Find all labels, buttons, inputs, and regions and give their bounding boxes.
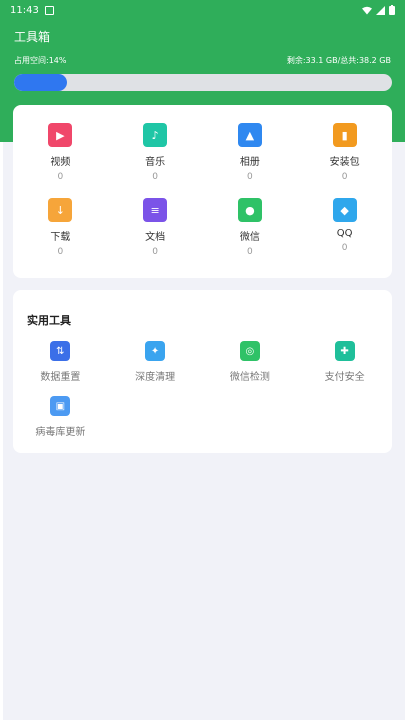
deep-clean-icon: ✦ [145, 341, 166, 361]
tools-title: 实用工具 [27, 314, 71, 327]
wifi-icon [362, 6, 372, 14]
used-space-label: 占用空间:14% [14, 56, 67, 65]
file-categories-card: ▶ 视频 0 ♪ 音乐 0 ▲ 相册 0 ▮ 安装包 0 ↓ 下载 0 ≡ 文档 0 ● 微… [13, 105, 392, 278]
music-icon: ♪ [143, 123, 168, 147]
file-category-label: 相册 [239, 157, 260, 168]
signal-icon [376, 5, 385, 15]
file-category-qq[interactable]: ◆ QQ 0 [297, 198, 392, 263]
payment-security-icon: ✚ [334, 341, 355, 361]
qq-icon: ◆ [332, 198, 357, 222]
document-icon: ≡ [143, 198, 168, 222]
file-category-count: 0 [247, 172, 253, 182]
tool-data-reset[interactable]: ⇅ 数据重置 [13, 341, 108, 386]
tool-label: 微信检测 [229, 372, 270, 383]
file-category-count: 0 [341, 172, 348, 182]
storage-progress-bar [14, 74, 392, 91]
tool-payment-security[interactable]: ✚ 支付安全 [297, 341, 392, 386]
file-category-count: 0 [152, 172, 158, 182]
file-category-label: 微信 [239, 232, 260, 243]
file-category-count: 0 [152, 247, 158, 257]
download-icon: ↓ [48, 198, 73, 222]
tool-label: 病毒库更新 [35, 427, 86, 438]
wechat-check-icon: ◎ [239, 341, 260, 361]
file-category-package[interactable]: ▮ 安装包 0 [297, 123, 392, 188]
file-category-count: 0 [57, 172, 64, 182]
virus-update-icon: ▣ [50, 396, 71, 416]
page-title: 工具箱 [14, 30, 51, 44]
file-category-label: 安装包 [329, 157, 360, 168]
file-category-count: 0 [247, 247, 253, 257]
file-category-document[interactable]: ≡ 文档 0 [108, 198, 203, 263]
video-icon: ▶ [48, 123, 73, 147]
tool-deep-clean[interactable]: ✦ 深度清理 [108, 341, 203, 386]
file-category-label: 文档 [145, 232, 166, 243]
tools-card: 实用工具 ⇅ 数据重置 ✦ 深度清理 ◎ 微信检测 ✚ 支付安全 ▣ 病毒库更新 [13, 290, 392, 453]
file-category-wechat[interactable]: ● 微信 0 [203, 198, 298, 263]
storage-info: 占用空间:14% 剩余:33.1 GB/总共:38.2 GB [14, 55, 391, 66]
wechat-icon: ● [237, 198, 262, 222]
storage-progress-fill [14, 74, 67, 91]
tool-label: 支付安全 [324, 372, 365, 383]
file-category-count: 0 [57, 247, 64, 257]
tool-virus-update[interactable]: ▣ 病毒库更新 [13, 396, 108, 441]
file-category-label: 视频 [50, 157, 71, 168]
tool-label: 数据重置 [40, 372, 81, 383]
capacity-label: 剩余:33.1 GB/总共:38.2 GB [286, 56, 391, 65]
notification-icon [44, 5, 54, 15]
file-category-album[interactable]: ▲ 相册 0 [203, 123, 298, 188]
package-icon: ▮ [332, 123, 357, 147]
file-category-label: QQ [336, 228, 353, 239]
divider [0, 142, 3, 720]
album-icon: ▲ [237, 123, 262, 147]
file-category-video[interactable]: ▶ 视频 0 [13, 123, 108, 188]
battery-icon [389, 5, 395, 15]
file-category-count: 0 [341, 243, 348, 253]
status-time: 11:43 [10, 4, 39, 16]
tool-wechat-check[interactable]: ◎ 微信检测 [203, 341, 298, 386]
file-category-download[interactable]: ↓ 下载 0 [13, 198, 108, 263]
tool-label: 深度清理 [135, 372, 176, 383]
data-reset-icon: ⇅ [50, 341, 71, 361]
file-category-music[interactable]: ♪ 音乐 0 [108, 123, 203, 188]
file-category-label: 音乐 [145, 157, 166, 168]
status-bar: 11:43 [0, 0, 405, 20]
file-category-label: 下载 [50, 232, 71, 243]
